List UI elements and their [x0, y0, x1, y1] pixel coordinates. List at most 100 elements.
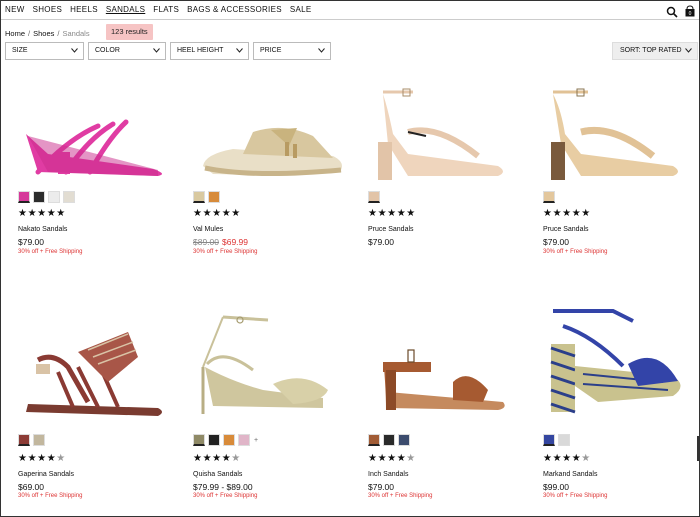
scrollbar-thumb[interactable] — [697, 436, 699, 461]
product-name[interactable]: Pruce Sandals — [543, 226, 589, 233]
chevron-down-icon — [153, 48, 160, 53]
chevron-down-icon — [685, 48, 692, 53]
color-swatch[interactable] — [558, 434, 570, 446]
color-swatch[interactable] — [368, 434, 380, 446]
color-filter-dropdown[interactable]: COLOR — [88, 42, 166, 60]
product-image[interactable] — [543, 84, 700, 188]
star-rating: ★★★★★ — [368, 453, 416, 464]
color-swatch[interactable] — [193, 434, 205, 446]
color-swatches — [543, 191, 555, 203]
product-price: $89.00 $69.99 — [193, 237, 248, 247]
nav-heels[interactable]: HEELS — [70, 5, 98, 14]
product-price: $79.00 — [368, 237, 394, 247]
top-nav: NEW SHOES HEELS SANDALS FLATS BAGS & ACC… — [1, 1, 699, 20]
color-swatch[interactable] — [18, 434, 30, 446]
star-rating: ★★★★★ — [543, 453, 591, 464]
product-name[interactable]: Nakato Sandals — [18, 226, 67, 233]
nav-links: NEW SHOES HEELS SANDALS FLATS BAGS & ACC… — [5, 5, 320, 14]
color-swatch[interactable] — [543, 434, 555, 446]
star-rating: ★★★★★ — [193, 208, 241, 219]
product-price: $79.00 — [368, 482, 394, 492]
product-image[interactable] — [543, 306, 700, 416]
color-swatch[interactable] — [33, 434, 45, 446]
nav-flats[interactable]: FLATS — [153, 5, 179, 14]
size-filter-label: SIZE — [12, 47, 28, 54]
product-price: $99.00 — [543, 482, 569, 492]
color-swatch[interactable] — [383, 434, 395, 446]
nav-shoes[interactable]: SHOES — [33, 5, 63, 14]
product-image[interactable] — [193, 312, 353, 416]
chevron-down-icon — [236, 48, 243, 53]
price-filter-label: PRICE — [260, 47, 282, 54]
sort-dropdown[interactable]: SORT: TOP RATED — [612, 42, 698, 60]
star-rating: ★★★★★ — [18, 208, 66, 219]
promo-text: 30% off + Free Shipping — [543, 493, 608, 499]
promo-text: 30% off + Free Shipping — [543, 249, 608, 255]
product-name[interactable]: Markand Sandals — [543, 471, 597, 478]
color-swatch[interactable] — [18, 191, 30, 203]
promo-text: 30% off + Free Shipping — [18, 493, 83, 499]
promo-text: 30% off + Free Shipping — [18, 249, 83, 255]
promo-text: 30% off + Free Shipping — [368, 493, 433, 499]
product-name[interactable]: Gaperina Sandals — [18, 471, 74, 478]
chevron-down-icon — [318, 48, 325, 53]
color-swatch[interactable] — [63, 191, 75, 203]
color-swatches — [18, 434, 45, 446]
promo-text: 30% off + Free Shipping — [193, 493, 258, 499]
more-colors-indicator[interactable]: + — [254, 437, 258, 444]
shopping-bag-icon[interactable]: 0 — [684, 5, 696, 17]
nav-sale[interactable]: SALE — [290, 5, 312, 14]
nav-bags-accessories[interactable]: BAGS & ACCESSORIES — [187, 5, 282, 14]
star-rating: ★★★★★ — [18, 453, 66, 464]
star-rating: ★★★★★ — [193, 453, 241, 464]
sort-label: SORT: TOP RATED — [620, 47, 682, 54]
color-swatch[interactable] — [33, 191, 45, 203]
nav-sandals[interactable]: SANDALS — [106, 5, 145, 14]
product-image[interactable] — [368, 312, 528, 416]
product-name[interactable]: Quisha Sandals — [193, 471, 242, 478]
color-swatch[interactable] — [543, 191, 555, 203]
color-swatch[interactable] — [193, 191, 205, 203]
price-filter-dropdown[interactable]: PRICE — [253, 42, 331, 60]
heel-height-filter-dropdown[interactable]: HEEL HEIGHT — [170, 42, 249, 60]
search-icon[interactable] — [666, 6, 678, 18]
product-name[interactable]: Pruce Sandals — [368, 226, 414, 233]
color-swatch[interactable] — [48, 191, 60, 203]
color-swatches — [368, 191, 380, 203]
breadcrumb-separator: / — [57, 29, 60, 38]
product-image[interactable] — [18, 84, 178, 188]
product-image[interactable] — [368, 84, 528, 188]
product-name[interactable]: Val Mules — [193, 226, 223, 233]
color-swatch[interactable] — [238, 434, 250, 446]
breadcrumb-shoes[interactable]: Shoes — [33, 29, 54, 38]
results-count-badge: 123 results — [106, 24, 153, 40]
breadcrumb-current: Sandals — [62, 29, 90, 38]
color-swatch[interactable] — [368, 191, 380, 203]
color-swatch[interactable] — [208, 434, 220, 446]
color-swatches: + — [193, 434, 258, 446]
color-swatch[interactable] — [398, 434, 410, 446]
product-image[interactable] — [18, 312, 178, 416]
color-swatches — [18, 191, 75, 203]
original-price: $89.00 — [193, 237, 219, 247]
color-swatch[interactable] — [223, 434, 235, 446]
nav-new[interactable]: NEW — [5, 5, 25, 14]
bag-count: 0 — [689, 11, 692, 17]
breadcrumb: Home / Shoes / Sandals — [5, 29, 90, 38]
star-rating: ★★★★★ — [543, 208, 591, 219]
heel-height-filter-label: HEEL HEIGHT — [177, 47, 224, 54]
color-swatches — [368, 434, 410, 446]
breadcrumb-home[interactable]: Home — [5, 29, 25, 38]
breadcrumb-separator: / — [28, 29, 31, 38]
chevron-down-icon — [71, 48, 78, 53]
product-name[interactable]: Inch Sandals — [368, 471, 408, 478]
color-swatches — [543, 434, 570, 446]
sale-price: $69.99 — [222, 237, 248, 247]
product-image[interactable] — [193, 84, 353, 188]
product-price: $69.00 — [18, 482, 44, 492]
product-price: $79.00 — [18, 237, 44, 247]
color-swatch[interactable] — [208, 191, 220, 203]
size-filter-dropdown[interactable]: SIZE — [5, 42, 84, 60]
color-filter-label: COLOR — [95, 47, 120, 54]
product-price: $79.99 - $89.00 — [193, 482, 253, 492]
